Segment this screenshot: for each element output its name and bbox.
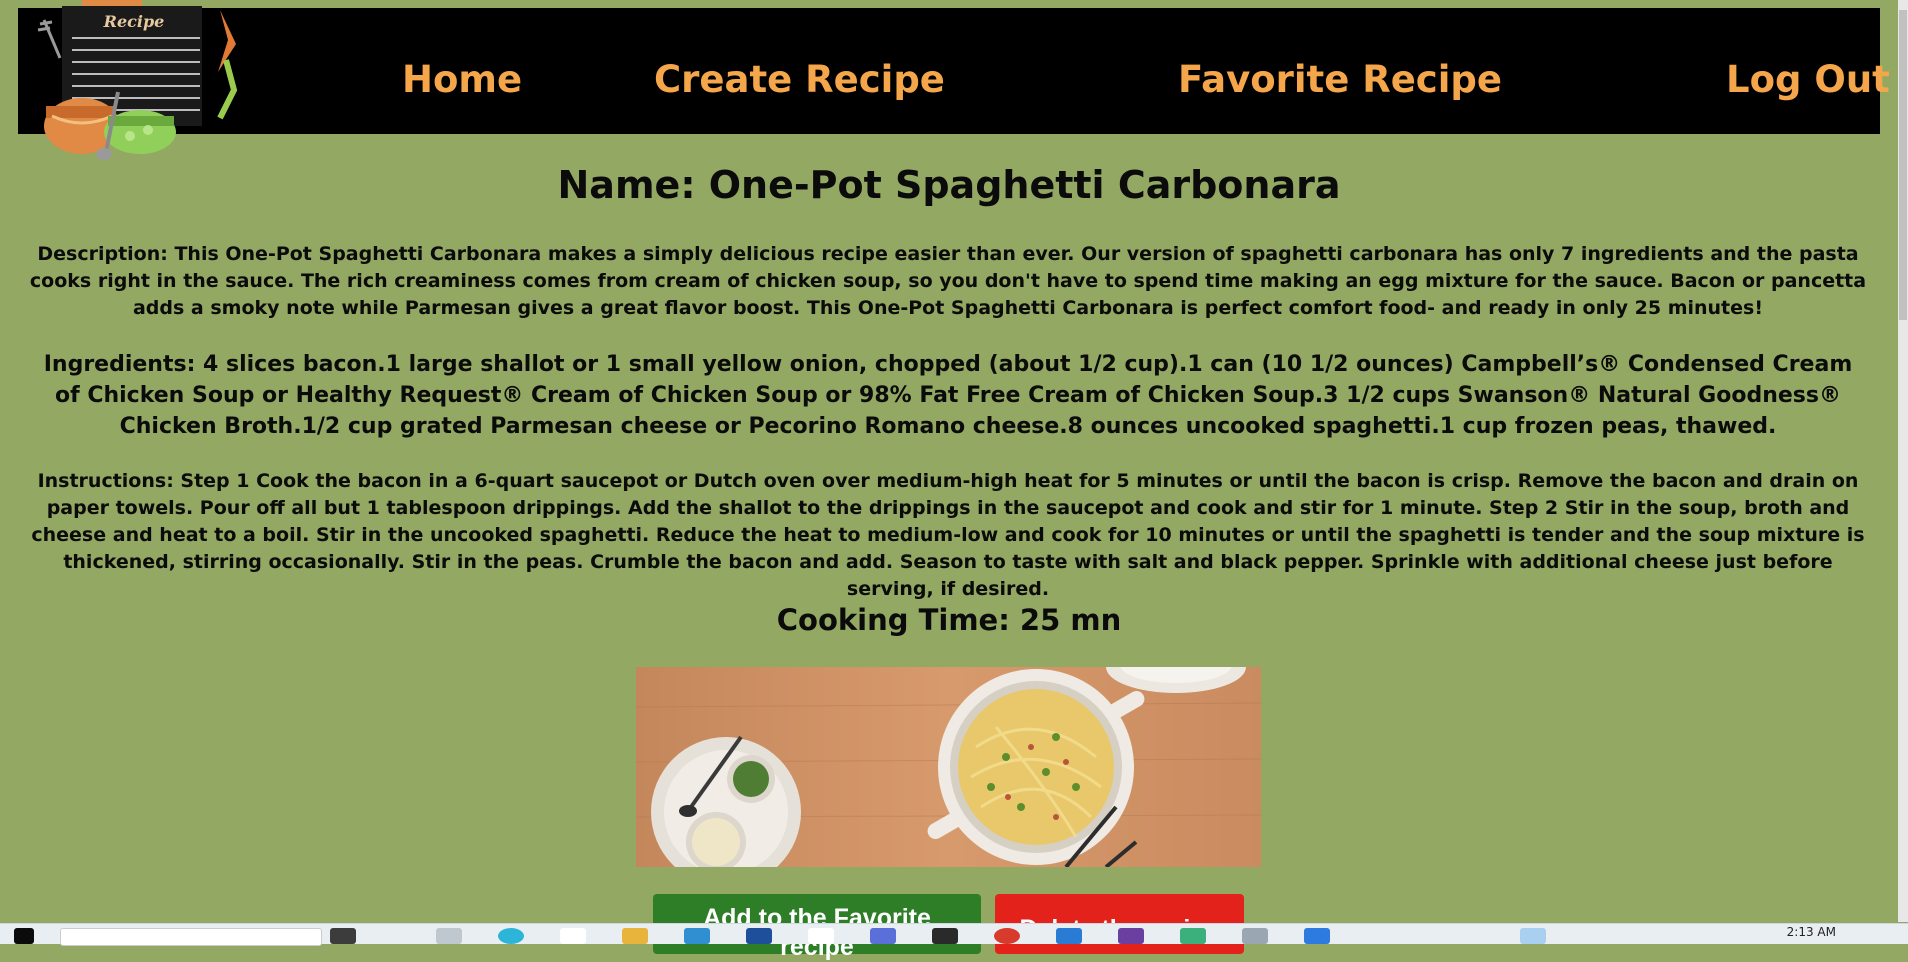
- recipe-logo[interactable]: Recipe: [22, 0, 242, 160]
- nav-create-recipe-link[interactable]: Create Recipe: [654, 58, 945, 101]
- store-icon[interactable]: [746, 928, 772, 944]
- recipe-ingredients: Ingredients: 4 slices bacon.1 large shal…: [43, 352, 1853, 439]
- app-icon-3[interactable]: [1180, 928, 1206, 944]
- carbonara-image: [636, 667, 1261, 867]
- edge-icon[interactable]: [498, 928, 524, 944]
- logo-text: Recipe: [103, 12, 165, 31]
- recipe-logo-illustration: Recipe: [37, 0, 238, 160]
- taskbar-clock[interactable]: 2:13 AM: [1787, 925, 1836, 939]
- widget-icon[interactable]: [330, 928, 356, 944]
- app-icon-4[interactable]: [1242, 928, 1268, 944]
- recipe-photo: [636, 667, 1261, 867]
- windows-taskbar: 2:13 AM: [0, 923, 1908, 946]
- file-explorer-icon[interactable]: [622, 928, 648, 944]
- taskbar-search-box[interactable]: [60, 928, 322, 946]
- nav-home-link[interactable]: Home: [402, 58, 522, 101]
- teams-icon[interactable]: [870, 928, 896, 944]
- start-icon[interactable]: [14, 928, 34, 944]
- vertical-scrollbar[interactable]: [1898, 0, 1908, 922]
- chrome-icon[interactable]: [994, 928, 1020, 944]
- nav-logout-link[interactable]: Log Out: [1726, 58, 1890, 101]
- app-icon-5[interactable]: [1304, 928, 1330, 944]
- mail-icon[interactable]: [684, 928, 710, 944]
- task-view-icon[interactable]: [436, 928, 462, 944]
- recipe-cooking-time: Cooking Time: 25 mn: [776, 603, 1122, 637]
- notepad-icon[interactable]: [560, 928, 586, 944]
- terminal-icon[interactable]: [932, 928, 958, 944]
- weather-icon[interactable]: [1520, 928, 1546, 944]
- vscode-icon[interactable]: [1056, 928, 1082, 944]
- app-icon-2[interactable]: [1118, 928, 1144, 944]
- scrollbar-thumb[interactable]: [1899, 10, 1907, 320]
- top-navbar: Home Create Recipe Favorite Recipe Log O…: [18, 8, 1890, 134]
- recipe-description: Description: This One-Pot Spaghetti Carb…: [29, 243, 1867, 319]
- app-icon[interactable]: [808, 928, 834, 944]
- recipe-instructions: Instructions: Step 1 Cook the bacon in a…: [31, 470, 1865, 600]
- recipe-name: Name: One-Pot Spaghetti Carbonara: [557, 163, 1341, 207]
- nav-favorite-recipe-link[interactable]: Favorite Recipe: [1178, 58, 1502, 101]
